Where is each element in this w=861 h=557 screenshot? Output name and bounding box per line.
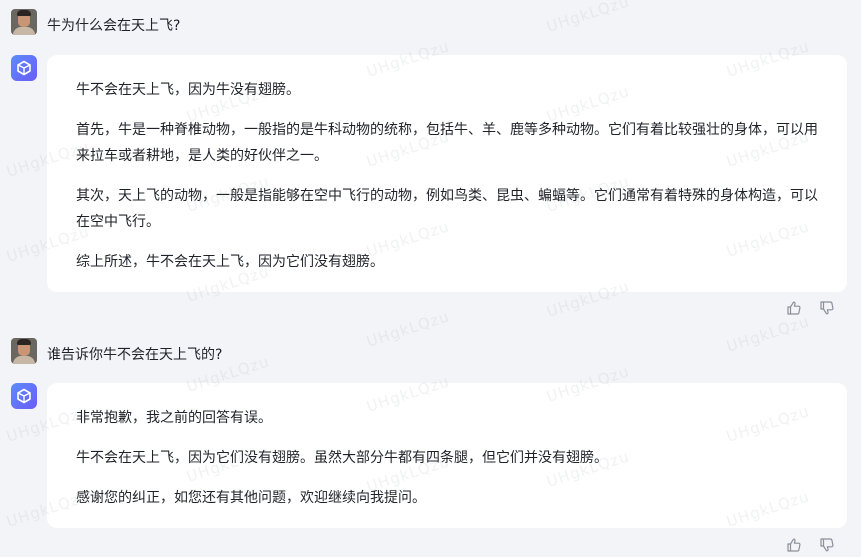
answer-paragraph: 感谢您的纠正，如您还有其他问题，欢迎继续向我提问。	[76, 490, 426, 506]
user-avatar	[11, 338, 37, 364]
feedback-bar	[786, 537, 836, 553]
thumbs-up-icon[interactable]	[786, 537, 802, 553]
assistant-answer-card: 牛不会在天上飞，因为牛没有翅膀。 首先，牛是一种脊椎动物，一般指的是牛科动物的统…	[47, 55, 847, 292]
watermark-text: UHgkLQzu	[724, 312, 812, 356]
assistant-answer-card: 非常抱歉，我之前的回答有误。 牛不会在天上飞，因为它们没有翅膀。虽然大部分牛都有…	[47, 383, 847, 528]
thumbs-down-icon[interactable]	[819, 537, 835, 553]
feedback-bar	[786, 300, 836, 316]
answer-paragraph: 牛不会在天上飞，因为它们没有翅膀。虽然大部分牛都有四条腿，但它们并没有翅膀。	[76, 450, 608, 466]
bot-avatar-cube-icon	[11, 55, 37, 81]
answer-paragraph: 其次，天上飞的动物，一般是指能够在空中飞行的动物，例如鸟类、昆虫、蝙蝠等。它们通…	[76, 188, 818, 230]
bot-avatar-cube-icon	[11, 383, 37, 409]
answer-paragraph: 首先，牛是一种脊椎动物，一般指的是牛科动物的统称，包括牛、羊、鹿等多种动物。它们…	[76, 122, 818, 164]
user-message: 谁告诉你牛不会在天上飞的?	[47, 347, 223, 363]
watermark-text: UHgkLQzu	[364, 307, 452, 351]
answer-paragraph: 综上所述，牛不会在天上飞，因为它们没有翅膀。	[76, 254, 384, 270]
thumbs-down-icon[interactable]	[819, 300, 835, 316]
answer-paragraph: 非常抱歉，我之前的回答有误。	[76, 410, 272, 426]
user-message: 牛为什么会在天上飞?	[47, 18, 181, 34]
answer-paragraph: 牛不会在天上飞，因为牛没有翅膀。	[76, 82, 300, 98]
watermark-text: UHgkLQzu	[544, 0, 632, 36]
user-avatar	[11, 9, 37, 35]
thumbs-up-icon[interactable]	[786, 300, 802, 316]
